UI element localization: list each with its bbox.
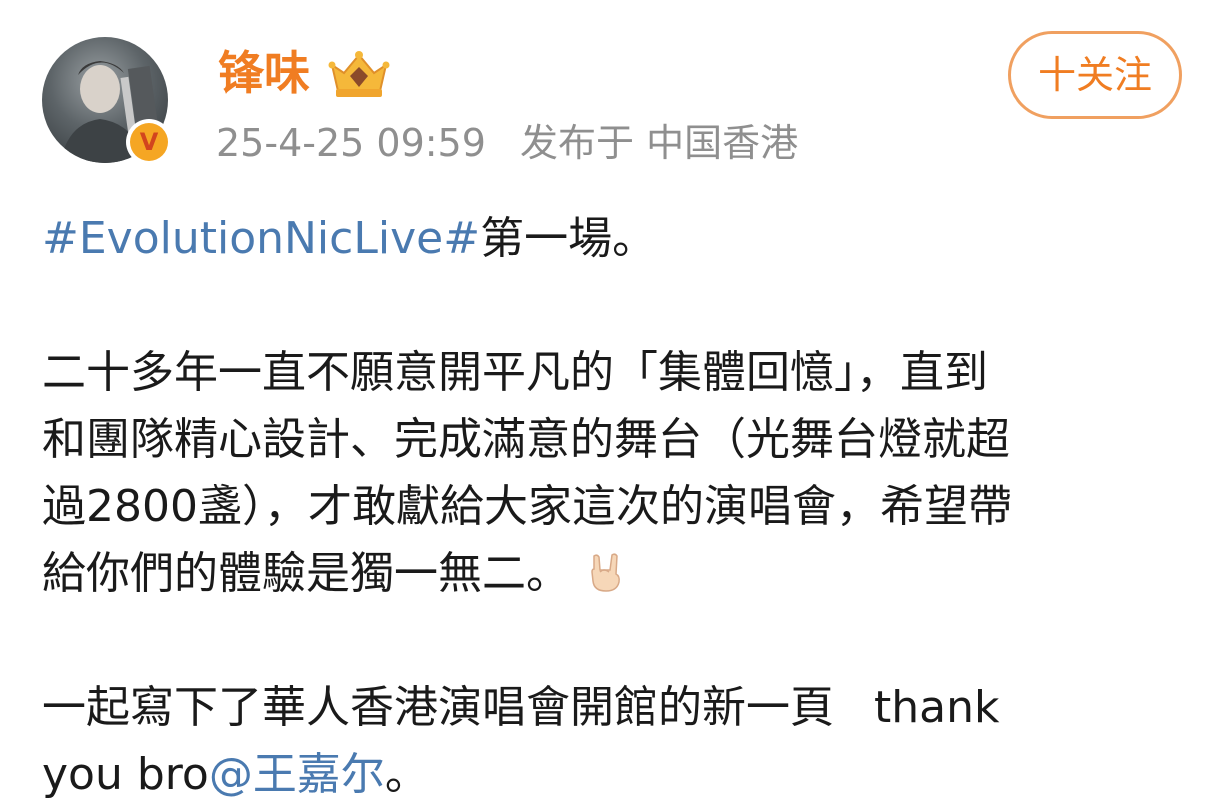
post-location: 中国香港 <box>646 121 799 165</box>
post-text-line: 給你們的體驗是獨一無二。 <box>42 540 1192 607</box>
post-text: you bro <box>42 749 209 800</box>
post-text: 。 <box>384 749 429 800</box>
follow-button[interactable]: 十关注 <box>1008 31 1182 119</box>
post-text-line: 二十多年一直不願意開平凡的「集體回憶」，直到 <box>42 347 988 398</box>
post-meta: 25-4-25 09:59 发布于 中国香港 <box>216 118 798 168</box>
post-text-line: 一起寫下了華人香港演唱會開館的新一頁 thank <box>42 674 1192 741</box>
verified-v-icon: V <box>130 123 168 161</box>
post-timestamp: 25-4-25 09:59 <box>216 121 486 165</box>
post-text-line: 過2800盞），才敢獻給大家這次的演唱會，希望帶 <box>42 481 1012 532</box>
verified-badge: V <box>126 119 172 165</box>
crown-badge-icon[interactable] <box>326 47 392 99</box>
rock-hand-emoji-icon <box>591 553 620 592</box>
hashtag-link[interactable]: #EvolutionNicLive# <box>42 213 480 264</box>
username[interactable]: 锋味 <box>218 44 310 102</box>
mention-link[interactable]: @王嘉尔 <box>209 749 385 800</box>
post-text: 給你們的體驗是獨一無二。 <box>42 548 570 599</box>
post-body: #EvolutionNicLive#第一場。 二十多年一直不願意開平凡的「集體回… <box>42 205 1192 804</box>
post-text-line: you bro@王嘉尔。 <box>42 741 1192 804</box>
avatar[interactable]: V <box>42 37 172 165</box>
post-text: 一起寫下了華人香港演唱會開館的新一頁 <box>42 682 834 733</box>
post-text-line: 和團隊精心設計、完成滿意的舞台（光舞台燈就超 <box>42 414 1010 465</box>
post-line-1: #EvolutionNicLive#第一場。 <box>42 205 1192 272</box>
post-text: 第一場。 <box>480 213 657 264</box>
location-prefix: 发布于 <box>520 121 635 165</box>
post-text: thank <box>874 682 1000 733</box>
